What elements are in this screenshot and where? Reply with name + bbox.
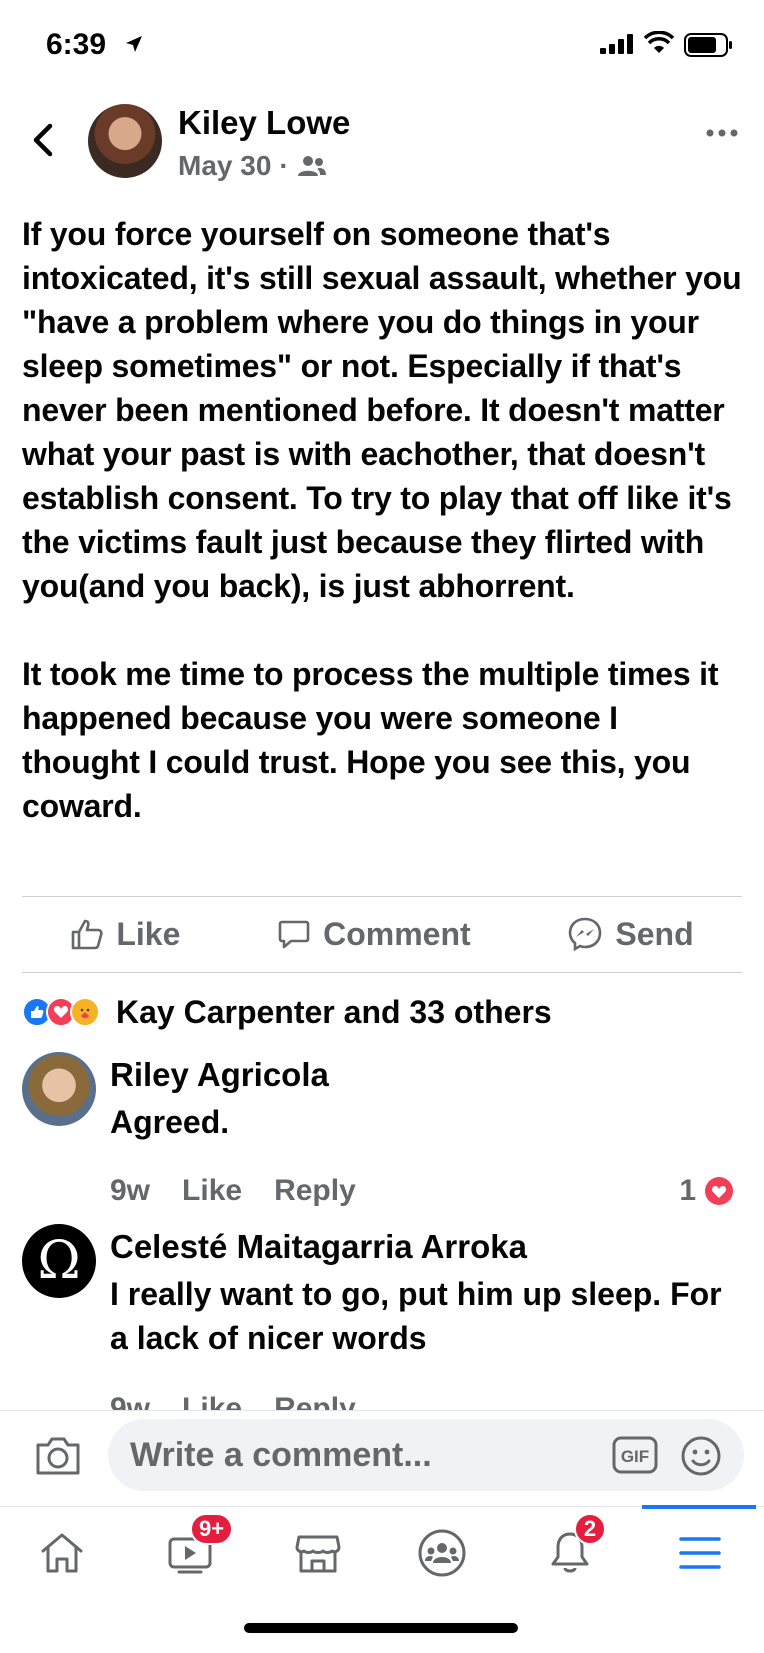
comment-actions: 9w Like Reply: [110, 1174, 356, 1208]
comment-composer: Write a comment... GIF: [0, 1410, 764, 1498]
nav-home[interactable]: [32, 1525, 92, 1581]
comment-placeholder: Write a comment...: [130, 1436, 432, 1474]
commenter-name[interactable]: Celesté Maitagarria Arroka: [110, 1228, 527, 1266]
watch-badge: 9+: [190, 1513, 234, 1545]
comment-label: Comment: [323, 915, 471, 952]
post-text: If you force yourself on someone that's …: [22, 216, 742, 824]
reactions-summary[interactable]: Kay Carpenter and 33 others: [22, 990, 552, 1034]
send-button[interactable]: Send: [567, 915, 694, 953]
battery-icon: [684, 33, 732, 57]
groups-icon: [418, 1529, 466, 1577]
notifications-badge: 2: [574, 1513, 606, 1545]
comment-item: Riley Agricola Agreed. 9w Like Reply 1: [22, 1052, 742, 1212]
like-label: Like: [116, 915, 181, 952]
comment-input[interactable]: Write a comment... GIF: [108, 1419, 744, 1491]
like-button[interactable]: Like: [70, 916, 180, 953]
divider: [22, 972, 742, 973]
location-arrow-icon: [126, 36, 142, 52]
post-meta: May 30 ·: [178, 150, 327, 182]
post-header: Kiley Lowe May 30 ·: [0, 92, 764, 192]
nav-marketplace[interactable]: [288, 1525, 348, 1581]
comment-like-button[interactable]: Like: [182, 1174, 242, 1208]
marketplace-icon: [295, 1535, 341, 1573]
comment-button[interactable]: Comment: [277, 916, 471, 953]
reaction-icons: [22, 997, 100, 1027]
camera-icon[interactable]: [34, 1433, 82, 1477]
love-reaction-icon: [705, 1177, 733, 1205]
cellular-signal-icon: [600, 34, 633, 54]
comment-reaction-count[interactable]: 1: [679, 1174, 734, 1208]
divider: [22, 896, 742, 897]
gif-label: GIF: [621, 1447, 649, 1466]
author-avatar[interactable]: [88, 104, 162, 178]
comment-reply-button[interactable]: Reply: [274, 1174, 356, 1208]
comment-text: Agreed.: [110, 1104, 230, 1140]
nav-menu[interactable]: [670, 1525, 730, 1581]
comment-text: I really want to go, put him up sleep. F…: [110, 1276, 722, 1356]
commenter-avatar[interactable]: Ω: [22, 1224, 96, 1298]
care-reaction-icon: [70, 997, 100, 1027]
friends-icon: [297, 156, 326, 176]
post-actions: Like Comment Send: [22, 898, 742, 970]
thumbs-up-icon: [72, 919, 104, 950]
wifi-icon: [644, 31, 674, 53]
omega-avatar-glyph: Ω: [37, 1231, 81, 1291]
more-options-icon[interactable]: [706, 128, 738, 138]
commenter-name[interactable]: Riley Agricola: [110, 1056, 329, 1094]
messenger-icon: [569, 917, 602, 952]
menu-icon: [679, 1537, 721, 1569]
comment-icon: [278, 920, 310, 949]
emoji-icon[interactable]: [680, 1435, 722, 1477]
home-indicator: [244, 1623, 518, 1633]
meta-separator: ·: [279, 150, 289, 181]
nav-watch[interactable]: 9+: [160, 1513, 234, 1581]
reactions-text: Kay Carpenter and 33 others: [116, 993, 552, 1030]
back-chevron-icon[interactable]: [28, 120, 58, 160]
bottom-navigation: 9+ 2: [0, 1505, 764, 1596]
active-tab-indicator: [642, 1505, 756, 1509]
reaction-count: 1: [679, 1174, 696, 1207]
commenter-avatar[interactable]: [22, 1052, 96, 1126]
post-date[interactable]: May 30: [178, 150, 271, 182]
gif-icon[interactable]: GIF: [612, 1436, 658, 1474]
nav-groups[interactable]: [412, 1525, 472, 1581]
status-bar: 6:39: [0, 0, 764, 92]
send-label: Send: [615, 915, 694, 952]
author-name[interactable]: Kiley Lowe: [178, 104, 350, 142]
status-time: 6:39: [46, 28, 107, 61]
comment-time: 9w: [110, 1174, 151, 1207]
home-icon: [41, 1533, 83, 1573]
comment-item: Ω Celesté Maitagarria Arroka I really wa…: [22, 1224, 742, 1414]
nav-notifications[interactable]: 2: [540, 1513, 606, 1581]
